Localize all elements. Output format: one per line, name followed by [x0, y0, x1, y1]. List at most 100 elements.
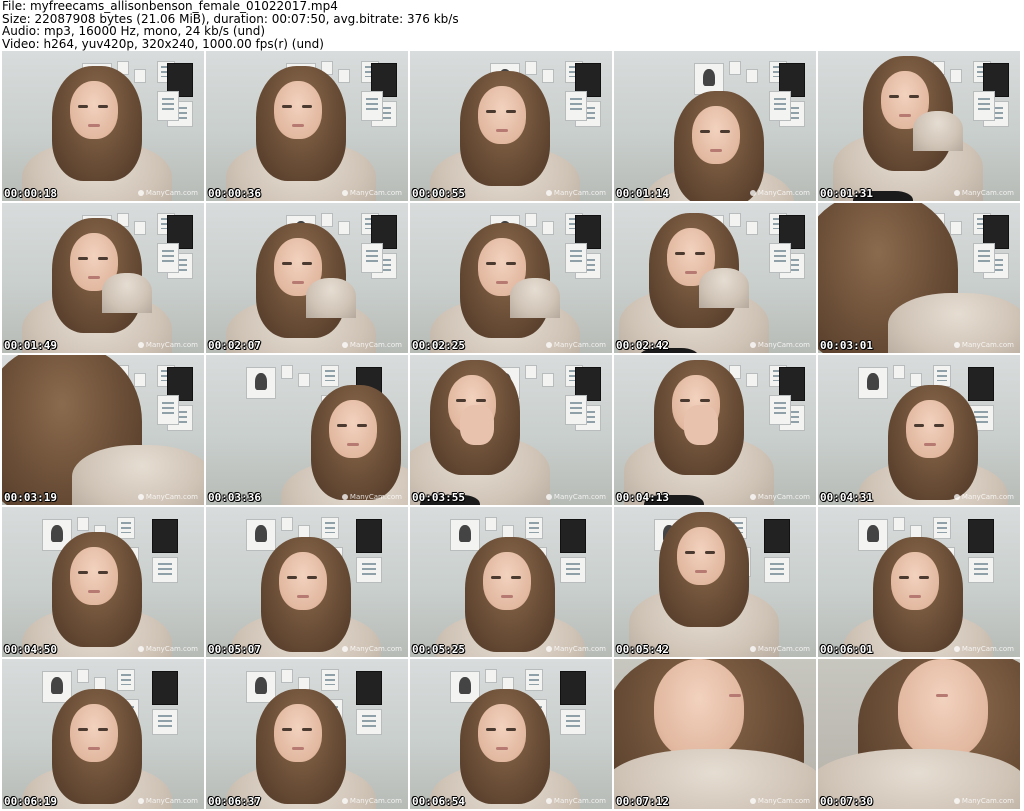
video-thumbnail[interactable]: ManyCam.com 00:03:55	[410, 355, 612, 505]
poster-card	[769, 395, 791, 425]
video-thumbnail[interactable]: ManyCam.com 00:00:55	[410, 51, 612, 201]
video-thumbnail[interactable]: ManyCam.com 00:00:36	[206, 51, 408, 201]
poster-card	[321, 669, 339, 691]
poster-small	[893, 365, 905, 379]
poster-small	[525, 365, 537, 379]
poster-small	[338, 221, 350, 235]
eye-shape	[705, 551, 715, 554]
video-thumbnail[interactable]: ManyCam.com 00:01:31	[818, 51, 1020, 201]
poster-small	[746, 221, 758, 235]
poster-quote	[560, 671, 586, 705]
poster-card	[560, 557, 586, 583]
eye-shape	[700, 399, 710, 402]
manycam-watermark: ManyCam.com	[138, 189, 198, 197]
video-thumbnail[interactable]: ManyCam.com 00:02:25	[410, 203, 612, 353]
video-thumbnail[interactable]: ManyCam.com 00:02:42	[614, 203, 816, 353]
manycam-watermark: ManyCam.com	[546, 493, 606, 501]
face-shape	[279, 552, 327, 610]
manycam-watermark: ManyCam.com	[342, 341, 402, 349]
manycam-watermark: ManyCam.com	[954, 797, 1014, 805]
arm-shape	[913, 111, 963, 151]
eye-shape	[491, 576, 501, 579]
eye-shape	[914, 424, 924, 427]
arm-shape	[306, 278, 356, 318]
mouth-shape	[729, 694, 741, 697]
eye-shape	[307, 576, 317, 579]
poster-card	[525, 517, 543, 539]
mouth-shape	[88, 590, 100, 593]
eye-shape	[909, 95, 919, 98]
eye-shape	[78, 105, 88, 108]
eye-shape	[899, 576, 909, 579]
audio-info-line: Audio: mp3, 16000 Hz, mono, 24 kb/s (und…	[2, 24, 266, 38]
timestamp-label: 00:06:19	[4, 795, 57, 808]
timestamp-label: 00:06:54	[412, 795, 465, 808]
mouth-shape	[501, 595, 513, 598]
poster-card	[321, 365, 339, 387]
eye-shape	[357, 424, 367, 427]
timestamp-label: 00:03:01	[820, 339, 873, 352]
poster-card	[933, 517, 951, 539]
video-thumbnail[interactable]: ManyCam.com 00:04:50	[2, 507, 204, 657]
timestamp-label: 00:05:07	[208, 643, 261, 656]
video-thumbnail[interactable]: ManyCam.com 00:07:12	[614, 659, 816, 809]
video-thumbnail[interactable]: ManyCam.com 00:05:25	[410, 507, 612, 657]
poster-card	[565, 91, 587, 121]
timestamp-label: 00:02:25	[412, 339, 465, 352]
poster-small	[542, 373, 554, 387]
video-thumbnail[interactable]: ManyCam.com 00:07:30	[818, 659, 1020, 809]
video-thumbnail[interactable]: ManyCam.com 00:02:07	[206, 203, 408, 353]
video-thumbnail[interactable]: ManyCam.com 00:03:19	[2, 355, 204, 505]
video-thumbnail[interactable]: ManyCam.com 00:05:07	[206, 507, 408, 657]
face-shape	[70, 81, 118, 139]
poster-card	[565, 243, 587, 273]
eye-shape	[456, 399, 466, 402]
face-shape	[654, 659, 744, 759]
video-thumbnail[interactable]: ManyCam.com 00:00:18	[2, 51, 204, 201]
timestamp-label: 00:05:42	[616, 643, 669, 656]
video-thumbnail[interactable]: ManyCam.com 00:06:54	[410, 659, 612, 809]
poster-card	[525, 669, 543, 691]
timestamp-label: 00:01:14	[616, 187, 669, 200]
video-thumbnail[interactable]: ManyCam.com 00:06:01	[818, 507, 1020, 657]
video-thumbnail[interactable]: ManyCam.com 00:03:36	[206, 355, 408, 505]
manycam-watermark: ManyCam.com	[954, 189, 1014, 197]
poster-small	[525, 213, 537, 227]
video-thumbnail[interactable]: ManyCam.com 00:01:14	[614, 51, 816, 201]
poster-small	[134, 373, 146, 387]
video-thumbnail[interactable]: ManyCam.com 00:04:13	[614, 355, 816, 505]
video-thumbnail[interactable]: ManyCam.com 00:04:31	[818, 355, 1020, 505]
manycam-watermark: ManyCam.com	[138, 797, 198, 805]
face-shape	[329, 400, 377, 458]
video-thumbnail[interactable]: ManyCam.com 00:05:42	[614, 507, 816, 657]
manycam-watermark: ManyCam.com	[342, 645, 402, 653]
face-shape	[677, 527, 725, 585]
timestamp-label: 00:04:50	[4, 643, 57, 656]
video-thumbnail[interactable]: ManyCam.com 00:01:49	[2, 203, 204, 353]
poster-small	[134, 69, 146, 83]
poster-small	[77, 517, 89, 531]
timestamp-label: 00:05:25	[412, 643, 465, 656]
mouth-shape	[695, 570, 707, 573]
timestamp-label: 00:01:31	[820, 187, 873, 200]
poster-small	[950, 69, 962, 83]
mouth-shape	[924, 443, 936, 446]
eye-shape	[78, 571, 88, 574]
poster-card	[973, 243, 995, 273]
poster-card	[968, 557, 994, 583]
timestamp-label: 00:07:12	[616, 795, 669, 808]
poster-card	[117, 517, 135, 539]
mouth-shape	[909, 595, 921, 598]
video-thumbnail[interactable]: ManyCam.com 00:06:19	[2, 659, 204, 809]
poster-tree	[246, 367, 276, 399]
poster-small	[77, 669, 89, 683]
poster-small	[281, 669, 293, 683]
face-shape	[274, 81, 322, 139]
arm-shape	[699, 268, 749, 308]
mouth-shape	[936, 694, 948, 697]
poster-small	[746, 69, 758, 83]
video-thumbnail[interactable]: ManyCam.com 00:06:37	[206, 659, 408, 809]
video-thumbnail[interactable]: ManyCam.com 00:03:01	[818, 203, 1020, 353]
arm-shape	[510, 278, 560, 318]
poster-quote	[356, 519, 382, 553]
